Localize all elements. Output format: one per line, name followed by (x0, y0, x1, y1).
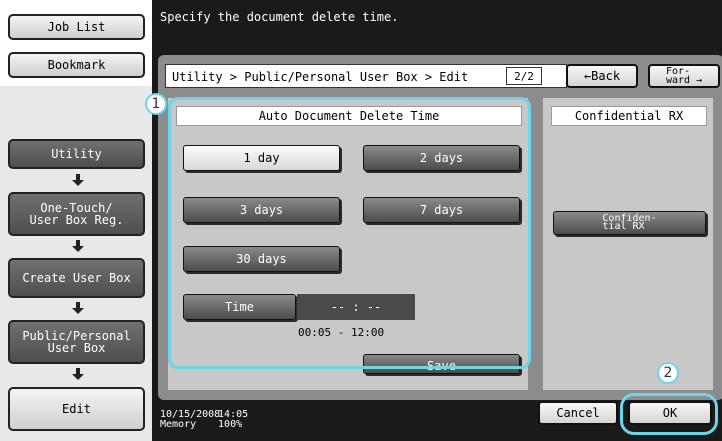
memory-value: 100% (218, 419, 243, 430)
instruction-message: Specify the document delete time. (160, 10, 399, 24)
utility-button[interactable]: Utility (8, 139, 145, 169)
callout-box-2 (620, 393, 718, 435)
page-indicator: 2/2 (506, 67, 542, 85)
edit-button[interactable]: Edit (8, 387, 145, 431)
public-personal-button[interactable]: Public/Personal User Box (8, 320, 145, 364)
confidential-panel (543, 98, 713, 390)
bookmark-button[interactable]: Bookmark (8, 52, 145, 78)
forward-button[interactable]: For- ward → (648, 64, 720, 88)
down-arrow-icon (71, 368, 85, 380)
job-list-button[interactable]: Job List (8, 14, 145, 40)
one-touch-button[interactable]: One-Touch/ User Box Reg. (8, 192, 145, 236)
callout-number-1: 1 (145, 93, 167, 115)
callout-number-2: 2 (657, 362, 679, 384)
down-arrow-icon (71, 240, 85, 252)
status-bar: 10/15/2008 14:05 Memory 100% (160, 410, 258, 430)
down-arrow-icon (71, 174, 85, 186)
confidential-rx-button[interactable]: Confiden- tial RX (553, 211, 706, 235)
down-arrow-icon (71, 302, 85, 314)
screen: Job List Bookmark Utility One-Touch/ Use… (0, 0, 722, 441)
cancel-button[interactable]: Cancel (538, 401, 618, 425)
callout-box-1 (168, 97, 531, 369)
back-button[interactable]: ←Back (566, 64, 638, 88)
create-user-box-button[interactable]: Create User Box (8, 258, 145, 298)
confidential-title: Confidential RX (551, 106, 707, 126)
memory-label: Memory (160, 419, 197, 430)
